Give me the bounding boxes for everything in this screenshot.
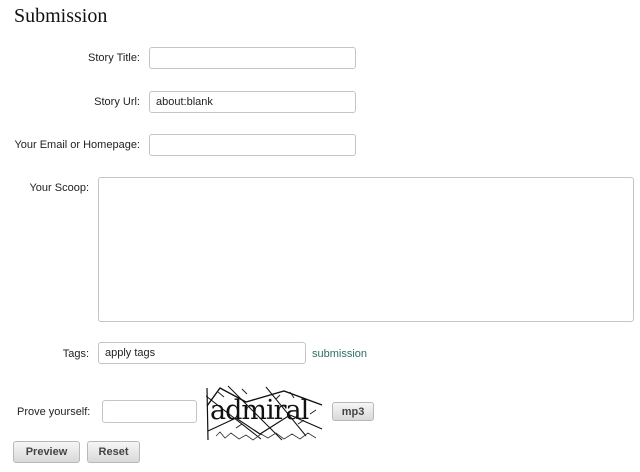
captcha-image: admiral: [205, 384, 324, 441]
tags-submission-link[interactable]: submission: [312, 347, 367, 361]
story-url-input[interactable]: [149, 91, 356, 113]
preview-button[interactable]: Preview: [13, 441, 80, 463]
scoop-label: Your Scoop:: [29, 182, 89, 194]
captcha-input[interactable]: [102, 400, 197, 423]
story-url-label: Story Url:: [94, 96, 140, 108]
tags-label: Tags:: [62, 348, 89, 360]
captcha-image-text: admiral: [210, 395, 309, 426]
story-title-input[interactable]: [149, 47, 356, 69]
email-field[interactable]: [149, 134, 356, 156]
story-title-label: Story Title:: [88, 52, 140, 64]
reset-button[interactable]: Reset: [87, 441, 140, 463]
captcha-label: Prove yourself:: [17, 406, 91, 418]
scoop-textarea[interactable]: [98, 177, 634, 322]
captcha-mp3-button[interactable]: mp3: [332, 402, 374, 421]
page-title: Submission: [14, 5, 108, 27]
tags-input[interactable]: [98, 342, 306, 364]
email-label: Your Email or Homepage:: [14, 139, 140, 151]
